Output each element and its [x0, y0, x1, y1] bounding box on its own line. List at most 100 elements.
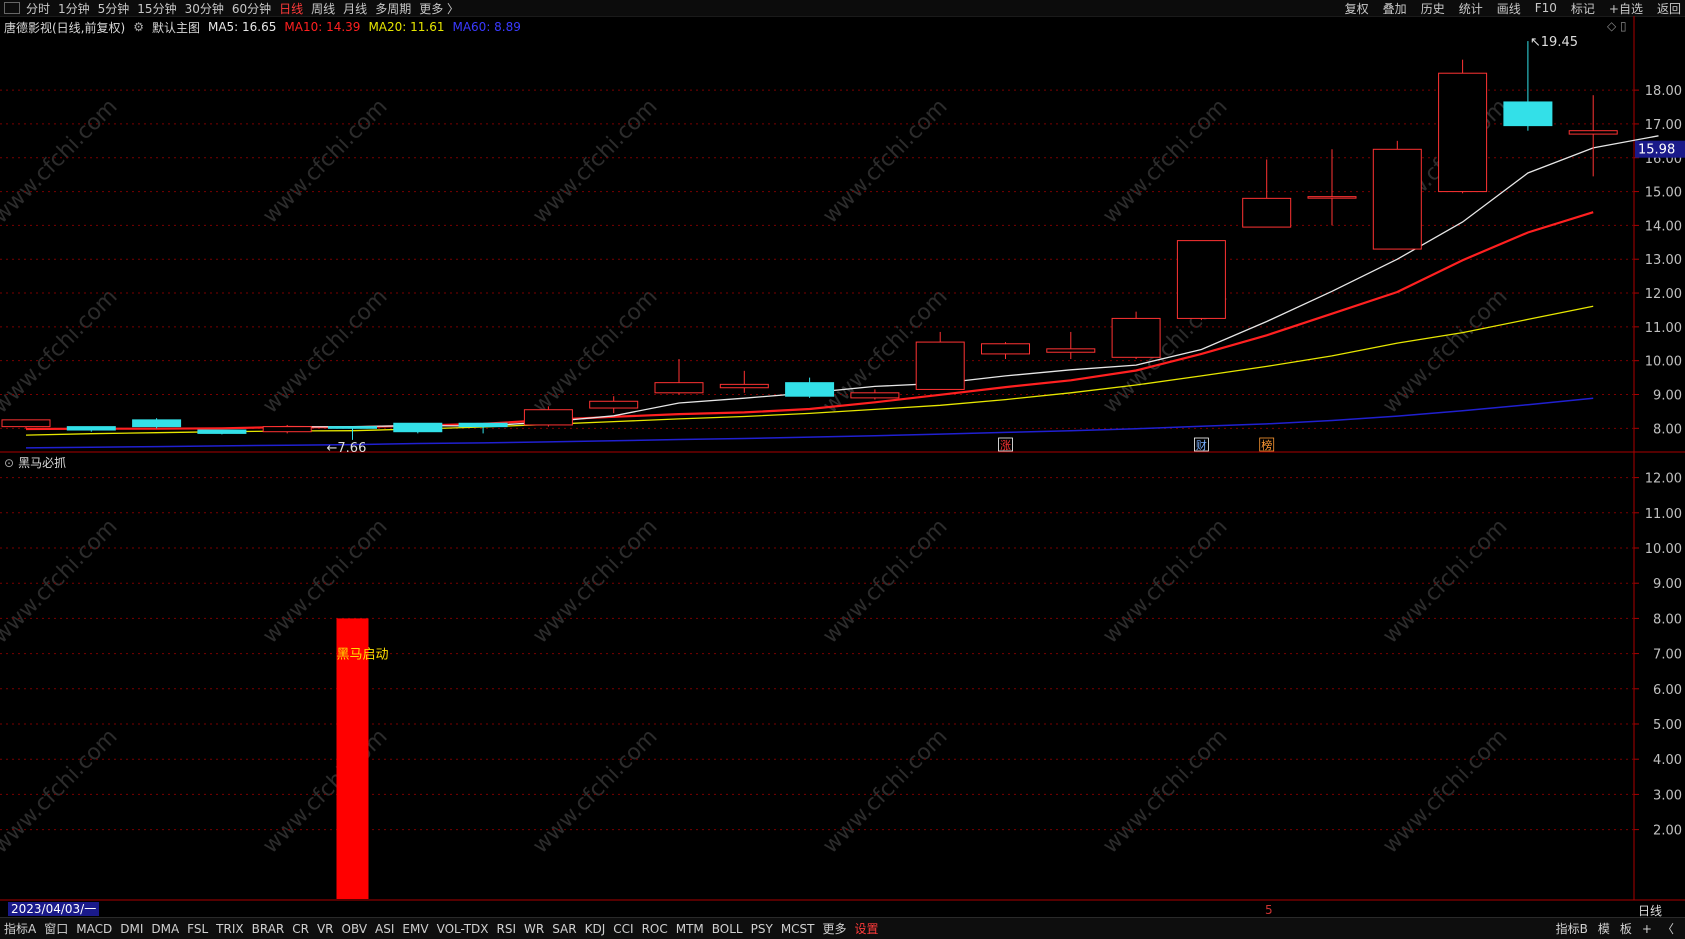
watermark-text: www.cfchi.com [528, 284, 662, 418]
watermark-text: www.cfchi.com [818, 514, 952, 648]
collapse-icon[interactable]: ⊙ [4, 456, 14, 470]
indicator-tab-1[interactable]: 窗口 [40, 920, 72, 937]
toolbar-button-3[interactable]: 统计 [1459, 0, 1483, 17]
indicator-tab-22[interactable]: PSY [747, 922, 777, 936]
toolbar-button-1[interactable]: 叠加 [1383, 0, 1407, 17]
indicator-tab-8[interactable]: CR [288, 922, 313, 936]
indicator-tab-9[interactable]: VR [313, 922, 338, 936]
indicator-tab-3[interactable]: DMI [116, 922, 147, 936]
toolbar-button-8[interactable]: 返回 [1657, 0, 1681, 17]
indicator-tab-10[interactable]: OBV [338, 922, 372, 936]
indicator-tab-2[interactable]: MACD [72, 922, 116, 936]
candle [1503, 41, 1553, 131]
candle [197, 429, 247, 435]
period-tab-4[interactable]: 30分钟 [185, 0, 224, 17]
indicator-tab-25[interactable]: 设置 [851, 920, 883, 937]
diamond-icon: ◇ [1607, 19, 1617, 33]
period-tab-3[interactable]: 15分钟 [137, 0, 176, 17]
sub-y-tick-label: 7.00 [1653, 648, 1682, 663]
candle-body [589, 400, 639, 409]
toolbar-button-5[interactable]: F10 [1535, 1, 1557, 15]
candle-body [654, 382, 704, 394]
watermark-text: www.cfchi.com [0, 94, 123, 228]
month-marker: 5 [1265, 903, 1273, 916]
candle-body [915, 341, 965, 390]
watermark-text: www.cfchi.com [1378, 284, 1512, 418]
indicator-tab-13[interactable]: VOL-TDX [433, 922, 493, 936]
candle [654, 358, 704, 395]
candle-body [66, 426, 116, 431]
indicator-tab-11[interactable]: ASI [371, 922, 398, 936]
sub-y-tick-label: 12.00 [1645, 472, 1682, 487]
indicator-tab-21[interactable]: BOLL [708, 922, 747, 936]
indicator-tab-19[interactable]: ROC [638, 922, 672, 936]
indicator-right-button-1[interactable]: 模 [1593, 920, 1615, 937]
candle-body [1242, 197, 1292, 228]
indicator-tab-16[interactable]: SAR [548, 922, 580, 936]
sub-y-tick-label: 8.00 [1653, 612, 1682, 627]
toolbar-button-0[interactable]: 复权 [1345, 0, 1369, 17]
toolbar-button-4[interactable]: 画线 [1497, 0, 1521, 17]
candle [785, 377, 835, 398]
candle [915, 331, 965, 390]
candle-body [197, 429, 247, 434]
candle-body [458, 422, 508, 428]
candle [1046, 331, 1096, 359]
candle [1176, 240, 1226, 321]
toolbar-button-7[interactable]: +自选 [1609, 0, 1643, 17]
indicator-tab-20[interactable]: MTM [672, 922, 708, 936]
sub-y-tick-label: 6.00 [1653, 683, 1682, 698]
candle [1372, 140, 1422, 250]
candle [1307, 149, 1357, 226]
indicator-tab-0[interactable]: 指标A [0, 920, 40, 937]
period-tab-2[interactable]: 5分钟 [98, 0, 130, 17]
indicator-toolbar: 指标A 窗口 MACD DMI DMA FSL TRIX BRAR CR VR OBV ASI EMV V… [0, 917, 1685, 939]
candle-body [1046, 348, 1096, 353]
low-price-annotation: ←7.66 [327, 441, 367, 456]
indicator-tab-24[interactable]: 更多 [819, 920, 851, 937]
candle-body [1568, 130, 1618, 135]
toolbar-button-6[interactable]: 标记 [1571, 0, 1595, 17]
candle-body [393, 422, 443, 433]
indicator-tab-18[interactable]: CCI [609, 922, 637, 936]
candle [1438, 59, 1488, 194]
indicator-right-button-2[interactable]: 板 [1615, 920, 1637, 937]
event-marker-label: 财 [1196, 438, 1207, 452]
toolbar-button-2[interactable]: 历史 [1421, 0, 1445, 17]
indicator-tab-14[interactable]: RSI [493, 922, 521, 936]
indicator-right-button-0[interactable]: 指标B [1551, 920, 1593, 937]
candle [523, 406, 573, 427]
watermark-text: www.cfchi.com [528, 94, 662, 228]
indicator-tab-17[interactable]: KDJ [581, 922, 610, 936]
watermark-text: www.cfchi.com [528, 514, 662, 648]
period-tab-0[interactable]: 分时 [26, 0, 50, 17]
candle [1242, 159, 1292, 228]
period-tab-5[interactable]: 60分钟 [232, 0, 271, 17]
indicator-tab-15[interactable]: WR [520, 922, 548, 936]
candle-body [1307, 196, 1357, 199]
candle [1111, 311, 1161, 359]
period-tab-6[interactable]: 日线 [279, 0, 303, 17]
period-tabs: 分时 1分钟 5分钟 15分钟 30分钟 60分钟 日线 周线 月线 多周期 更多 〉 [26, 0, 467, 17]
indicator-right-button-4[interactable]: 〈 [1657, 920, 1679, 937]
period-tab-7[interactable]: 周线 [311, 0, 335, 17]
indicator-tab-23[interactable]: MCST [777, 922, 819, 936]
period-tab-10[interactable]: 更多 〉 [419, 0, 459, 17]
indicator-tab-6[interactable]: TRIX [212, 922, 247, 936]
indicator-right-button-3[interactable]: + [1637, 922, 1657, 936]
window-icon[interactable] [4, 2, 20, 14]
indicator-tab-4[interactable]: DMA [147, 922, 183, 936]
event-marker-label: 榜 [1261, 438, 1272, 452]
main-y-tick-label: 18.00 [1645, 84, 1682, 99]
ma20-line [25, 305, 1594, 436]
candle-body [981, 343, 1030, 355]
period-tab-1[interactable]: 1分钟 [58, 0, 90, 17]
main-y-tick-label: 8.00 [1653, 422, 1682, 437]
indicator-tab-7[interactable]: BRAR [248, 922, 289, 936]
indicator-tab-5[interactable]: FSL [183, 922, 212, 936]
indicator-tab-12[interactable]: EMV [398, 922, 432, 936]
watermark-text: www.cfchi.com [818, 724, 952, 858]
kline-chart[interactable]: www.cfchi.com www.cfchi.com www.cfchi.com w… [0, 16, 1685, 916]
period-tab-8[interactable]: 月线 [343, 0, 367, 17]
period-tab-9[interactable]: 多周期 [375, 0, 411, 17]
